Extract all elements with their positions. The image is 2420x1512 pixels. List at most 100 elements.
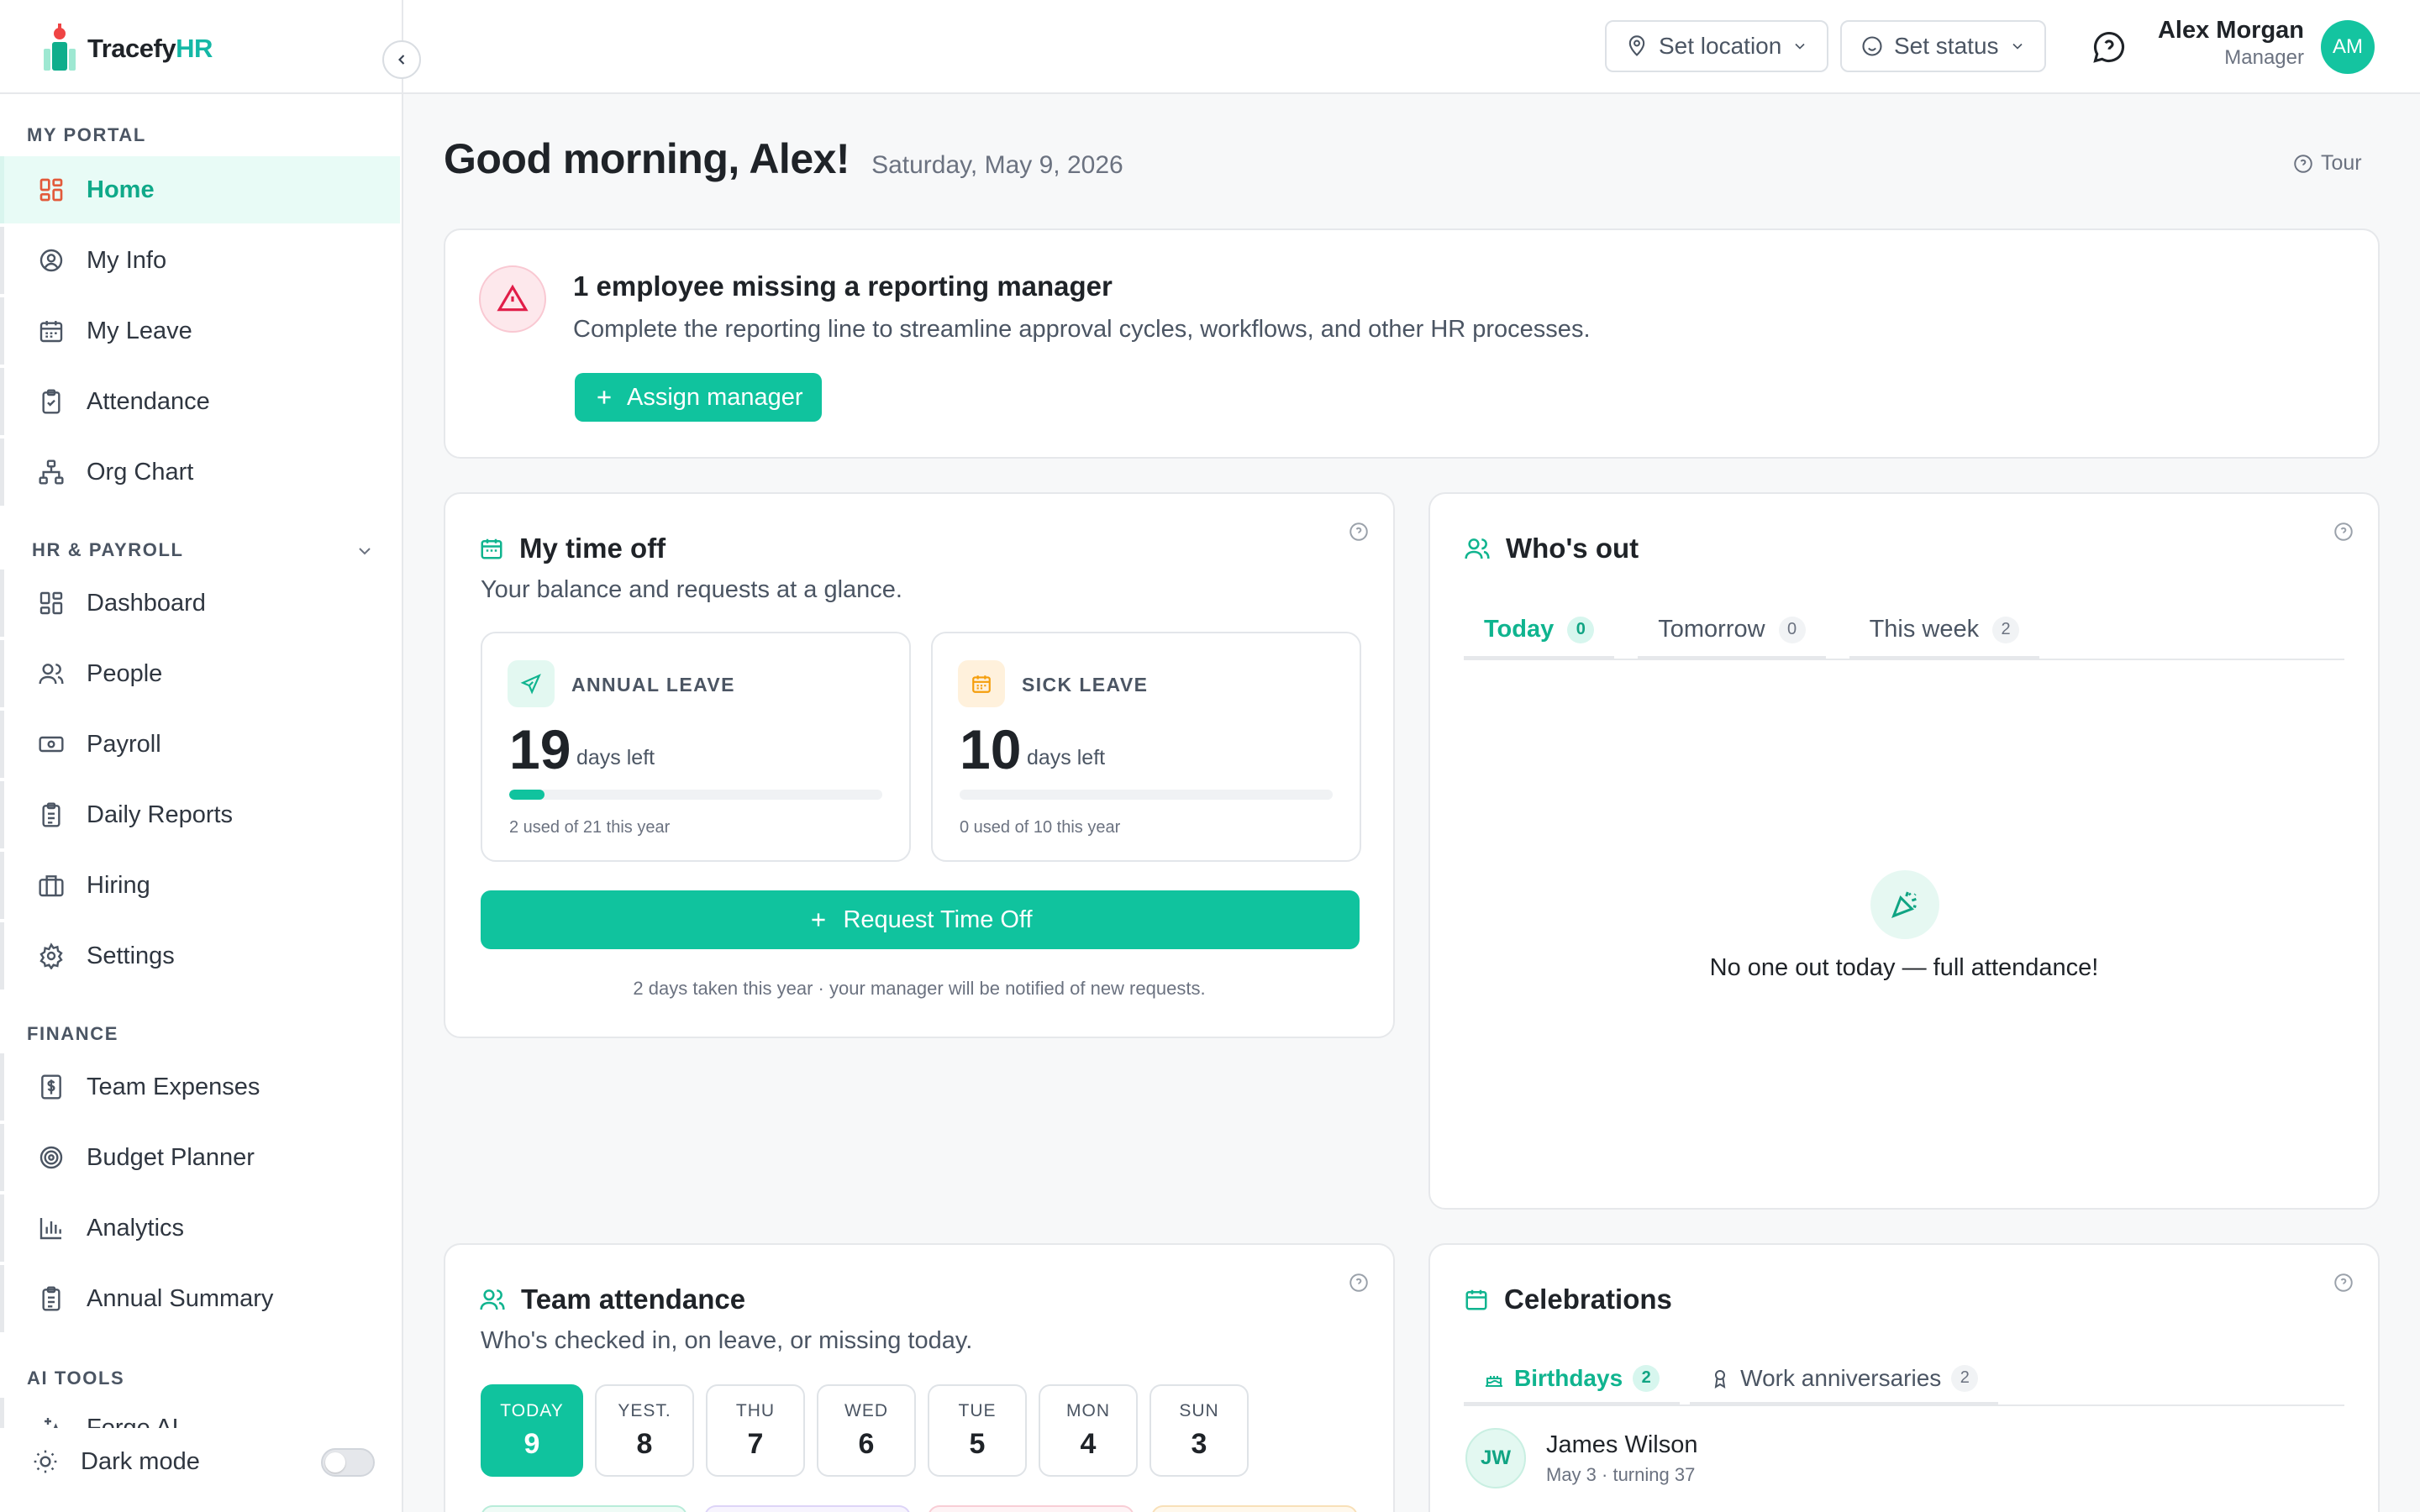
tab-tomorrow[interactable]: Tomorrow 0 (1638, 603, 1826, 659)
annual-leave-days: 19 (509, 718, 571, 780)
late-stat[interactable] (1151, 1505, 1358, 1512)
day-tue[interactable]: TUE 5 (928, 1384, 1027, 1477)
section-label-hr-payroll[interactable]: HR & PAYROLL (32, 539, 184, 561)
sidebar-item-budget-planner[interactable]: Budget Planner (0, 1124, 400, 1191)
person-info: James Wilson May 3 · turning 37 (1546, 1431, 1698, 1486)
sick-leave-label: SICK LEAVE (1022, 674, 1149, 696)
missing-stat[interactable] (928, 1505, 1134, 1512)
set-location-button[interactable]: Set location (1605, 20, 1829, 72)
help-button[interactable] (2091, 29, 2128, 66)
sidebar-item-hiring[interactable]: Hiring (0, 852, 400, 919)
chevron-down-icon (2009, 38, 2026, 55)
sidebar-item-people[interactable]: People (0, 640, 400, 707)
tab-label: Birthdays (1514, 1364, 1623, 1391)
day-thu[interactable]: THU 7 (706, 1384, 805, 1477)
sidebar-item-label: Payroll (87, 730, 161, 758)
help-circle-icon[interactable] (1348, 521, 1370, 543)
sick-leave-progress (960, 790, 1333, 800)
whos-out-card: Who's out Today 0 Tomorrow 0 This week 2 No… (1428, 492, 2380, 1210)
day-number: 4 (1080, 1428, 1097, 1460)
sidebar-item-home[interactable]: Home (0, 156, 400, 223)
tab-birthdays[interactable]: Birthdays 2 (1464, 1354, 1681, 1404)
help-circle-icon[interactable] (2333, 1272, 2354, 1294)
attendance-summary-row (481, 1505, 1358, 1512)
greeting-row: Good morning, Alex! Saturday, May 9, 202… (444, 134, 1123, 183)
person-meta: May 3 · turning 37 (1546, 1463, 1696, 1485)
warning-triangle-icon (497, 283, 529, 315)
dark-mode-toggle[interactable] (321, 1448, 375, 1477)
sick-leave-box[interactable]: SICK LEAVE 10 days left 0 used of 10 thi… (931, 632, 1361, 862)
day-mon[interactable]: MON 4 (1039, 1384, 1138, 1477)
gear-icon (38, 942, 65, 969)
team-attendance-title: Team attendance (521, 1284, 746, 1315)
day-name: SUN (1179, 1401, 1219, 1420)
sidebar-item-label: My Info (87, 246, 167, 274)
sidebar-item-payroll[interactable]: Payroll (0, 711, 400, 778)
tour-label: Tour (2321, 151, 2362, 175)
sidebar-item-dashboard[interactable]: Dashboard (0, 570, 400, 637)
sick-leave-days: 10 (960, 718, 1022, 780)
map-pin-icon (1625, 34, 1649, 58)
tab-label: This week (1869, 616, 1980, 643)
help-circle-icon[interactable] (1348, 1272, 1370, 1294)
sidebar-item-org-chart[interactable]: Org Chart (0, 438, 400, 506)
award-icon (1710, 1368, 1730, 1389)
annual-leave-box[interactable]: ANNUAL LEAVE 19 days left 2 used of 21 t… (481, 632, 911, 862)
brand-logo[interactable]: TracefyHR (40, 24, 213, 74)
sidebar-item-my-leave[interactable]: My Leave (0, 297, 400, 365)
set-status-button[interactable]: Set status (1840, 20, 2046, 72)
user-name: Alex Morgan (2157, 17, 2304, 44)
checked-in-stat[interactable] (481, 1505, 687, 1512)
sidebar-item-daily-reports[interactable]: Daily Reports (0, 781, 400, 848)
user-circle-icon (38, 247, 65, 274)
team-attendance-subtitle: Who's checked in, on leave, or missing t… (481, 1327, 973, 1354)
clipboard-check-icon (38, 388, 65, 415)
section-label-ai-tools: AI TOOLS (27, 1368, 125, 1389)
help-chat-icon (2091, 29, 2128, 66)
sick-leave-icon-badge (958, 660, 1005, 707)
time-off-note: 2 days taken this year · your manager wi… (633, 978, 1206, 999)
sidebar-item-settings[interactable]: Settings (0, 922, 400, 990)
tab-count-badge: 2 (1633, 1364, 1660, 1392)
request-time-off-button[interactable]: Request Time Off (481, 890, 1360, 949)
day-yesterday[interactable]: YEST. 8 (595, 1384, 694, 1477)
dark-mode-row: Dark mode (0, 1428, 402, 1495)
receipt-icon (38, 1074, 65, 1100)
list-item[interactable]: JW James Wilson May 3 · turning 37 (1465, 1428, 1698, 1488)
day-sun[interactable]: SUN 3 (1150, 1384, 1249, 1477)
day-wed[interactable]: WED 6 (817, 1384, 916, 1477)
user-menu[interactable]: Alex Morgan Manager (2158, 17, 2304, 70)
sidebar-item-annual-summary[interactable]: Annual Summary (0, 1265, 400, 1332)
day-name: MON (1066, 1401, 1110, 1420)
tab-today[interactable]: Today 0 (1464, 603, 1615, 659)
tab-this-week[interactable]: This week 2 (1849, 603, 2040, 659)
chevron-down-icon[interactable] (355, 541, 375, 561)
sidebar-item-forge-ai[interactable]: Forge AI (0, 1398, 400, 1431)
tour-button[interactable]: Tour (2292, 151, 2362, 176)
collapse-sidebar-button[interactable] (382, 40, 421, 79)
sidebar-item-label: Org Chart (87, 458, 194, 486)
sidebar-item-team-expenses[interactable]: Team Expenses (0, 1053, 400, 1121)
day-today[interactable]: TODAY 9 (481, 1384, 583, 1477)
tab-work-anniversaries[interactable]: Work anniversaries 2 (1690, 1354, 1999, 1404)
sidebar-item-analytics[interactable]: Analytics (0, 1194, 400, 1262)
day-name: TUE (958, 1401, 997, 1420)
top-header: Set location Set status Alex Morgan Mana… (403, 0, 2420, 94)
help-circle-icon[interactable] (2333, 521, 2354, 543)
tab-label: Work anniversaries (1740, 1364, 1942, 1391)
sidebar-item-my-info[interactable]: My Info (0, 227, 400, 294)
avatar[interactable]: AM (2321, 20, 2375, 74)
day-number: 5 (969, 1428, 986, 1460)
celebrations-title: Celebrations (1504, 1284, 1672, 1315)
on-leave-stat[interactable] (704, 1505, 911, 1512)
day-name: TODAY (500, 1401, 564, 1420)
assign-manager-button[interactable]: Assign manager (575, 373, 822, 422)
section-label-finance: FINANCE (27, 1023, 118, 1044)
people-icon (479, 1286, 506, 1313)
dark-mode-label: Dark mode (81, 1447, 200, 1475)
target-icon (38, 1144, 65, 1171)
sidebar-item-attendance[interactable]: Attendance (0, 368, 400, 435)
toggle-knob (325, 1452, 345, 1473)
day-name: YEST. (618, 1401, 671, 1420)
clipboard-icon (38, 801, 65, 828)
